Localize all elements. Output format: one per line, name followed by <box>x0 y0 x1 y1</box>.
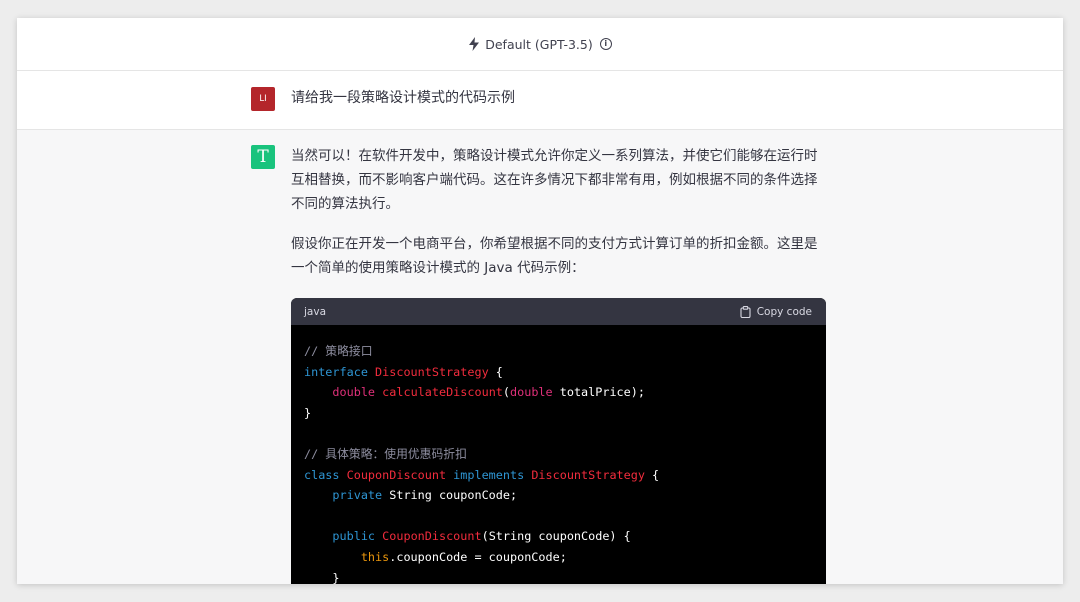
code-content: // 策略接口 interface DiscountStrategy { dou… <box>291 325 826 584</box>
code-token: // 策略接口 <box>304 344 373 358</box>
code-line: // 具体策略：使用优惠码折扣 <box>304 447 467 461</box>
code-token: // 具体策略：使用优惠码折扣 <box>304 446 467 461</box>
code-token: CouponDiscount <box>382 529 482 544</box>
code-token: ( <box>502 385 511 400</box>
code-line: double calculateDiscount(double totalPri… <box>304 385 645 399</box>
code-token: } <box>304 570 340 584</box>
code-token: this <box>360 549 390 564</box>
code-token: DiscountStrategy <box>531 467 645 482</box>
code-token: { <box>644 467 660 482</box>
code-token: class <box>304 467 347 482</box>
copy-code-button[interactable]: Copy code <box>740 306 812 318</box>
code-token: interface <box>304 364 376 379</box>
clipboard-icon <box>740 305 751 318</box>
bolt-icon <box>469 37 480 51</box>
code-line: this.couponCode = couponCode; <box>304 550 567 564</box>
model-label: Default (GPT-3.5) <box>485 36 593 52</box>
code-token: calculateDiscount <box>382 385 503 400</box>
info-icon[interactable]: i <box>599 38 612 50</box>
code-token: double <box>510 385 553 400</box>
code-line: } <box>304 406 311 420</box>
code-line: class CouponDiscount implements Discount… <box>304 468 659 482</box>
assistant-content: 当然可以！在软件开发中，策略设计模式允许你定义一系列算法，并使它们能够在运行时互… <box>291 144 827 584</box>
code-line: interface DiscountStrategy { <box>304 365 503 379</box>
user-avatar: LI <box>251 87 275 111</box>
code-header: java Copy code <box>291 298 826 325</box>
code-line: private String couponCode; <box>304 488 517 502</box>
code-token: DiscountStrategy <box>375 364 489 379</box>
code-token: String couponCode; <box>382 488 518 503</box>
code-token: } <box>304 405 312 420</box>
assistant-paragraph: 当然可以！在软件开发中，策略设计模式允许你定义一系列算法，并使它们能够在运行时互… <box>291 148 818 212</box>
code-token: .couponCode = couponCode; <box>389 549 567 564</box>
code-token: (String couponCode) { <box>481 529 631 544</box>
code-token: private <box>332 488 383 503</box>
code-token: double <box>332 385 376 400</box>
user-message-text: 请给我一段策略设计模式的代码示例 <box>291 90 515 106</box>
code-line: // 策略接口 <box>304 344 373 358</box>
code-language-label: java <box>304 305 326 318</box>
copy-code-label: Copy code <box>756 305 812 318</box>
code-line: } <box>304 570 340 584</box>
assistant-avatar: T <box>251 145 275 169</box>
model-header[interactable]: Default (GPT-3.5) i <box>17 18 1063 71</box>
assistant-paragraph: 假设你正在开发一个电商平台，你希望根据不同的支付方式计算订单的折扣金额。这里是一… <box>291 236 818 276</box>
code-line: public CouponDiscount(String couponCode)… <box>304 529 631 544</box>
code-token: { <box>488 364 503 379</box>
code-block: java Copy code // 策略接口 interface Discoun… <box>291 298 826 584</box>
code-token: totalPrice); <box>552 385 645 400</box>
code-token: implements <box>453 467 525 482</box>
code-token: public <box>332 529 376 544</box>
code-token: CouponDiscount <box>346 467 447 482</box>
assistant-message: T 当然可以！在软件开发中，策略设计模式允许你定义一系列算法，并使它们能够在运行… <box>17 130 1063 584</box>
chat-window: Default (GPT-3.5) i LI 请给我一段策略设计模式的代码示例 … <box>17 18 1063 584</box>
user-message: LI 请给我一段策略设计模式的代码示例 <box>17 71 1063 130</box>
